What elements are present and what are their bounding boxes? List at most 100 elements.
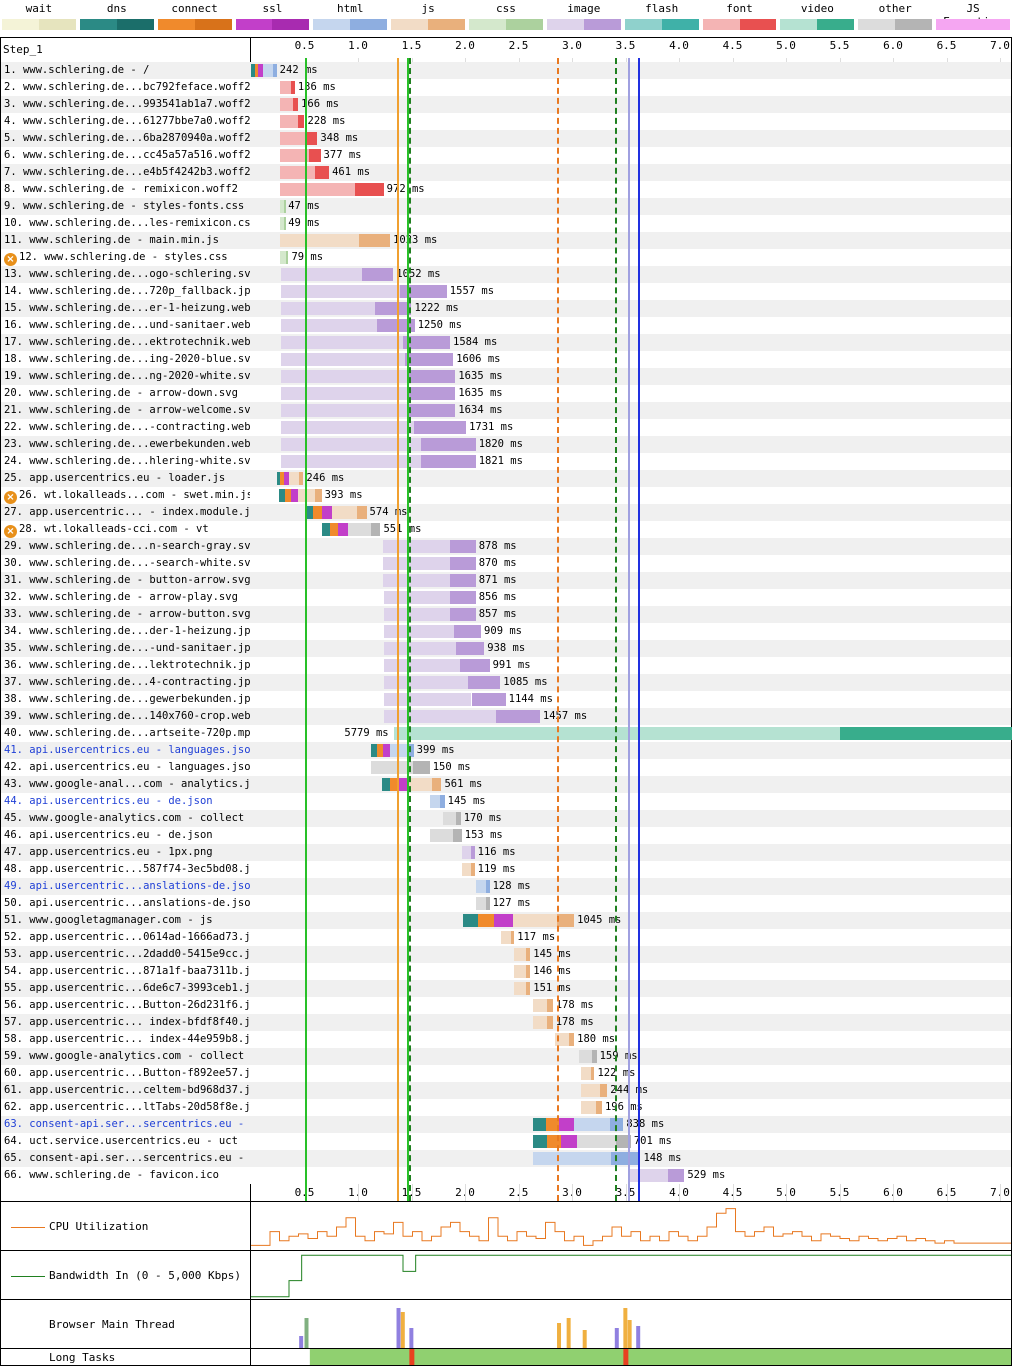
request-label[interactable]: 52. app.usercentric...0614ad-1666ad73.js xyxy=(4,929,250,946)
request-label[interactable]: 62. app.usercentric...ltTabs-20d58f8e.js xyxy=(4,1099,250,1116)
legend-item-video: video xyxy=(778,0,856,36)
request-label[interactable]: 33. www.schlering.de - arrow-button.svg xyxy=(4,606,250,623)
request-label[interactable]: 19. www.schlering.de...ng-2020-white.svg xyxy=(4,368,250,385)
request-label[interactable]: 5. www.schlering.de...6ba2870940a.woff2 xyxy=(4,130,250,147)
cpu-legend-line xyxy=(11,1226,45,1228)
request-label[interactable]: 4. www.schlering.de...61277bbe7a0.woff2 xyxy=(4,113,250,130)
timing-wait xyxy=(382,557,450,570)
request-label[interactable]: 16. www.schlering.de...und-sanitaer.webp xyxy=(4,317,250,334)
request-duration: 857 ms xyxy=(478,608,517,620)
request-label[interactable]: 30. www.schlering.de...-search-white.svg xyxy=(4,555,250,572)
request-label[interactable]: 17. www.schlering.de...ektrotechnik.webp xyxy=(4,334,250,351)
request-label[interactable]: 40. www.schlering.de...artseite-720p.mp4 xyxy=(4,725,250,742)
request-label[interactable]: 47. app.usercentrics.eu - 1px.png xyxy=(4,844,250,861)
request-label[interactable]: 14. www.schlering.de...720p_fallback.jpg xyxy=(4,283,250,300)
timing-wait xyxy=(577,1135,616,1148)
request-label[interactable]: 27. app.usercentric... - index.module.js xyxy=(4,504,250,521)
request-label[interactable]: 15. www.schlering.de...er-1-heizung.webp xyxy=(4,300,250,317)
axis-tick: 4.5 xyxy=(722,39,743,52)
request-label[interactable]: 55. app.usercentric...6de6c7-3993ceb1.js xyxy=(4,980,250,997)
request-label[interactable]: 53. app.usercentric...2dadd0-5415e9cc.js xyxy=(4,946,250,963)
request-duration: 127 ms xyxy=(492,897,531,909)
request-label-text: 3. www.schlering.de...993541ab1a7.woff2 xyxy=(4,98,250,110)
cpu-chart xyxy=(251,1208,1011,1246)
main-thread-activity xyxy=(304,1318,309,1348)
request-label[interactable]: 48. app.usercentric...587f74-3ec5bd08.js xyxy=(4,861,250,878)
request-label[interactable]: 45. www.google-analytics.com - collect xyxy=(4,810,250,827)
timing-download xyxy=(525,965,531,978)
request-label[interactable]: 2. www.schlering.de...bc792feface.woff2 xyxy=(4,79,250,96)
request-label[interactable]: 24. www.schlering.de...hlering-white.svg xyxy=(4,453,250,470)
request-label[interactable]: 31. www.schlering.de - button-arrow.svg xyxy=(4,572,250,589)
request-label[interactable]: 10. www.schlering.de...les-remixicon.css xyxy=(4,215,250,232)
request-label-text: 53. app.usercentric...2dadd0-5415e9cc.js xyxy=(4,948,250,960)
request-label[interactable]: 3. www.schlering.de...993541ab1a7.woff2 xyxy=(4,96,250,113)
request-label[interactable]: 36. www.schlering.de...lektrotechnik.jpg xyxy=(4,657,250,674)
timing-wait xyxy=(280,387,407,400)
axis-tick: 0.5 xyxy=(294,39,315,52)
request-label[interactable]: 1. www.schlering.de - / xyxy=(4,62,250,79)
request-label[interactable]: 29. www.schlering.de...n-search-gray.svg xyxy=(4,538,250,555)
request-label[interactable]: 42. api.usercentrics.eu - languages.json xyxy=(4,759,250,776)
request-label[interactable]: 20. www.schlering.de - arrow-down.svg xyxy=(4,385,250,402)
request-label[interactable]: 38. www.schlering.de...gewerbekunden.jpg xyxy=(4,691,250,708)
request-label[interactable]: 54. app.usercentric...871a1f-baa7311b.js xyxy=(4,963,250,980)
timing-download xyxy=(406,387,456,400)
request-duration: 1457 ms xyxy=(542,710,588,722)
request-label[interactable]: 25. app.usercentrics.eu - loader.js xyxy=(4,470,250,487)
request-label[interactable]: 50. api.usercentric...anslations-de.json xyxy=(4,895,250,912)
cpu-panel-label: CPU Utilization xyxy=(1,1220,250,1233)
request-label[interactable]: 7. www.schlering.de...e4b5f4242b3.woff2 xyxy=(4,164,250,181)
request-label[interactable]: 22. www.schlering.de...-contracting.webp xyxy=(4,419,250,436)
request-label[interactable]: 43. www.google-anal...com - analytics.js xyxy=(4,776,250,793)
request-label[interactable]: 9. www.schlering.de - styles-fonts.css xyxy=(4,198,250,215)
request-label[interactable]: 49. api.usercentric...anslations-de.json xyxy=(4,878,250,895)
request-label-text: 2. www.schlering.de...bc792feface.woff2 xyxy=(4,81,250,93)
timing-wait xyxy=(475,897,486,910)
request-label[interactable]: 57. app.usercentric... index-bfdf8f40.js xyxy=(4,1014,250,1031)
request-label[interactable]: 60. app.usercentric...Button-f892ee57.js xyxy=(4,1065,250,1082)
request-label[interactable]: 58. app.usercentric... index-44e959b8.js xyxy=(4,1031,250,1048)
request-label[interactable]: 37. www.schlering.de...4-contracting.jpg xyxy=(4,674,250,691)
request-label[interactable]: 18. www.schlering.de...ing-2020-blue.svg xyxy=(4,351,250,368)
request-label[interactable]: 65. consent-api.ser...sercentrics.eu - 3 xyxy=(4,1150,250,1167)
request-label[interactable]: 23. www.schlering.de...ewerbekunden.webp xyxy=(4,436,250,453)
request-label[interactable]: 8. www.schlering.de - remixicon.woff2 xyxy=(4,181,250,198)
request-label[interactable]: 61. app.usercentric...celtem-bd968d37.js xyxy=(4,1082,250,1099)
request-label[interactable]: 13. www.schlering.de...ogo-schlering.svg xyxy=(4,266,250,283)
timing-wait xyxy=(533,1152,611,1165)
request-label[interactable]: × 12. www.schlering.de - styles.css xyxy=(4,249,250,266)
request-label[interactable]: 56. app.usercentric...Button-26d231f6.js xyxy=(4,997,250,1014)
request-label[interactable]: 32. www.schlering.de - arrow-play.svg xyxy=(4,589,250,606)
request-duration: 1820 ms xyxy=(478,438,523,450)
request-label-text: 30. www.schlering.de...-search-white.svg xyxy=(4,557,250,569)
request-label[interactable]: 51. www.googletagmanager.com - js xyxy=(4,912,250,929)
timing-connect xyxy=(329,523,339,536)
request-label[interactable]: 34. www.schlering.de...der-1-heizung.jpg xyxy=(4,623,250,640)
request-label[interactable]: × 28. wt.lokalleads-cci.com - vt xyxy=(4,521,250,538)
request-label[interactable]: 41. api.usercentrics.eu - languages.json xyxy=(4,742,250,759)
timing-download xyxy=(292,98,299,111)
timing-wait xyxy=(280,404,407,417)
error-icon: × xyxy=(4,253,17,266)
timing-download xyxy=(467,676,501,689)
legend-swatch xyxy=(780,19,855,30)
main-thread-activity xyxy=(396,1308,401,1348)
request-label[interactable]: 6. www.schlering.de...cc45a57a516.woff2 xyxy=(4,147,250,164)
request-label[interactable]: 46. api.usercentrics.eu - de.json xyxy=(4,827,250,844)
request-label[interactable]: 63. consent-api.ser...sercentrics.eu - 3 xyxy=(4,1116,250,1133)
request-label[interactable]: 66. www.schlering.de - favicon.ico xyxy=(4,1167,250,1184)
request-label-text: 11. www.schlering.de - main.min.js xyxy=(4,234,219,246)
request-label[interactable]: 64. uct.service.usercentrics.eu - uct xyxy=(4,1133,250,1150)
request-label[interactable]: 21. www.schlering.de - arrow-welcome.svg xyxy=(4,402,250,419)
request-label[interactable]: 11. www.schlering.de - main.min.js xyxy=(4,232,250,249)
request-label[interactable]: × 26. wt.lokalleads...com - swet.min.js xyxy=(4,487,250,504)
timing-marker xyxy=(396,58,399,1201)
request-label[interactable]: 59. www.google-analytics.com - collect xyxy=(4,1048,250,1065)
request-label[interactable]: 35. www.schlering.de...-und-sanitaer.jpg xyxy=(4,640,250,657)
request-label[interactable]: 39. www.schlering.de...140x760-crop.webp xyxy=(4,708,250,725)
request-duration: 1222 ms xyxy=(414,302,459,314)
request-duration: 1085 ms xyxy=(503,676,548,688)
timing-download xyxy=(272,64,277,77)
request-label[interactable]: 44. api.usercentrics.eu - de.json xyxy=(4,793,250,810)
